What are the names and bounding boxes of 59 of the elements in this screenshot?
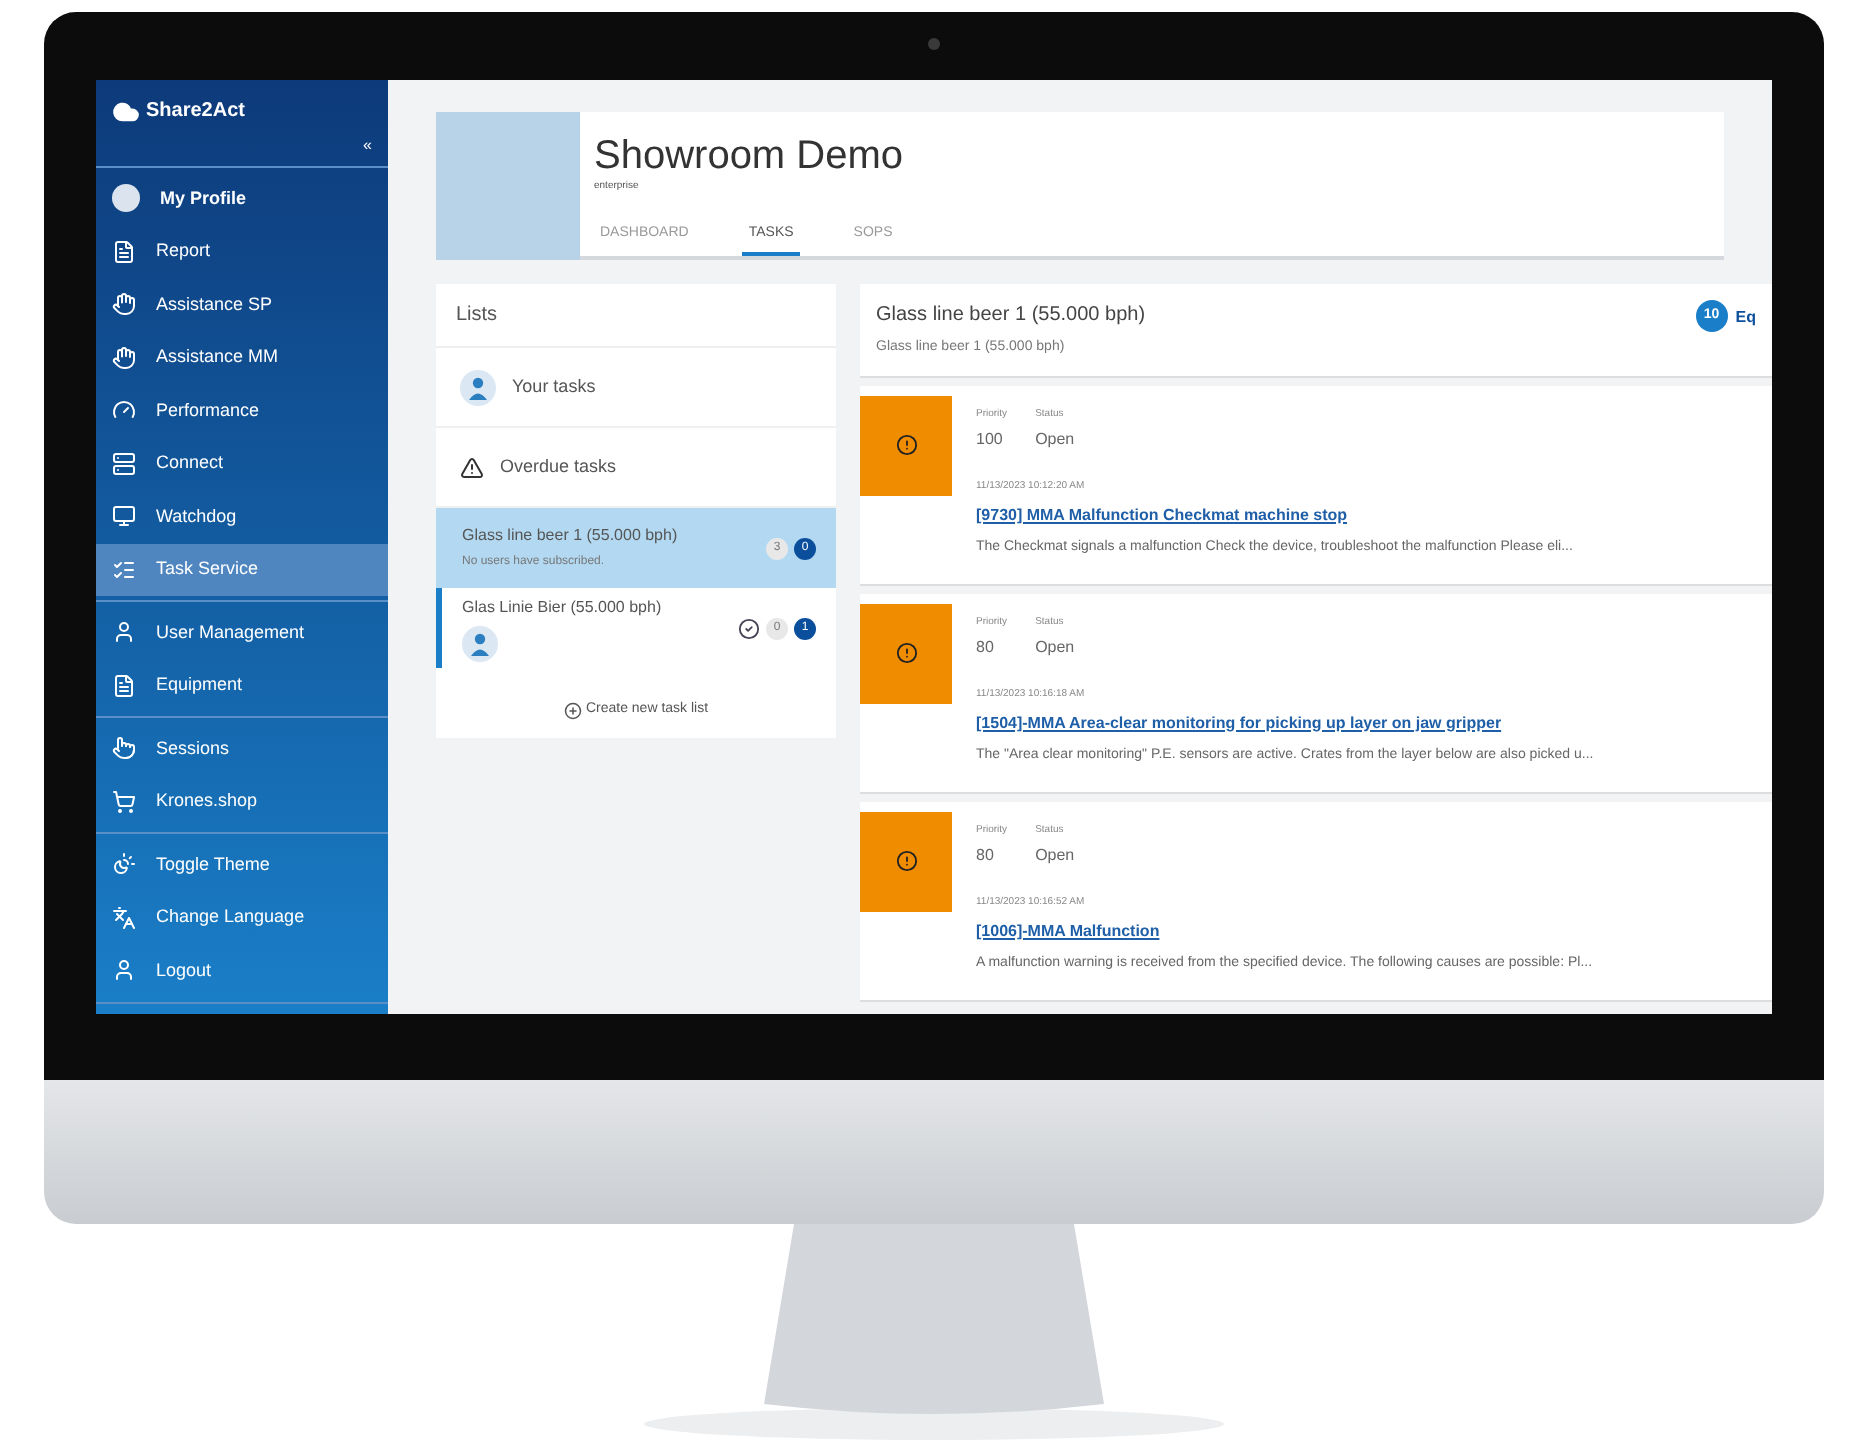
hand-icon — [112, 345, 136, 370]
list-icon — [112, 557, 136, 582]
sidebar-item[interactable]: Toggle Theme — [96, 838, 388, 891]
collapse-button[interactable]: « — [363, 138, 372, 154]
touch-icon — [112, 736, 136, 761]
sidebar-item[interactable]: Logout — [96, 944, 388, 997]
alert-icon — [895, 850, 917, 872]
sidebar-item[interactable]: Connect — [96, 437, 388, 490]
sidebar-item[interactable]: Assistance MM — [96, 331, 388, 384]
sidebar-item[interactable]: Sessions — [96, 722, 388, 775]
list-name: Glas Linie Bier (55.000 bph) — [462, 595, 664, 619]
brand-name: Share2Act — [146, 98, 245, 126]
sidebar-item[interactable]: Change Language — [96, 891, 388, 944]
status-value: Open — [1035, 428, 1075, 452]
theme-icon — [112, 852, 136, 877]
report-icon — [112, 239, 136, 264]
user-icon — [112, 620, 136, 645]
plus-icon — [563, 701, 582, 720]
task-title-link[interactable]: [9730] MMA Malfunction Checkmat machine stop — [976, 503, 1573, 527]
language-icon — [112, 905, 136, 930]
lists-title: Lists — [436, 284, 836, 348]
monitor-icon — [112, 504, 136, 529]
side-label: Eq — [1735, 306, 1756, 330]
sidebar-item[interactable]: Report — [96, 225, 388, 278]
check-icon — [738, 617, 760, 639]
status-value: Open — [1035, 636, 1075, 660]
sidebar-item[interactable]: Watchdog — [96, 490, 388, 543]
server-icon — [112, 451, 136, 476]
user-icon — [112, 958, 136, 983]
priority-value: 100 — [976, 428, 1005, 452]
list-link[interactable]: Your tasks — [436, 348, 836, 428]
report-icon — [112, 673, 136, 698]
hand-icon — [112, 292, 136, 317]
person-icon — [460, 369, 496, 405]
sidebar-item[interactable]: Task Service — [96, 543, 388, 596]
sidebar-item[interactable]: My Profile — [96, 172, 388, 225]
tasks-title: Glass line beer 1 (55.000 bph) — [876, 302, 1148, 330]
sidebar-item[interactable]: Performance — [96, 384, 388, 437]
sidebar-item[interactable]: Assistance SP — [96, 278, 388, 331]
sidebar-item[interactable]: User Management — [96, 606, 388, 659]
warning-icon — [460, 455, 484, 479]
cart-icon — [112, 789, 136, 814]
task-title-link[interactable]: [1504]-MMA Area-clear monitoring for picking up layer on jaw gripper — [976, 711, 1594, 735]
person-icon — [462, 625, 498, 661]
sidebar-item[interactable]: Krones.shop — [96, 775, 388, 828]
alert-icon — [895, 434, 917, 456]
cloud-icon — [112, 97, 140, 125]
status-value: Open — [1035, 844, 1075, 868]
priority-value: 80 — [976, 636, 996, 660]
page-title: Showroom Demo — [594, 132, 904, 180]
avatar-icon — [112, 184, 140, 213]
gauge-icon — [112, 398, 136, 423]
priority-value: 80 — [976, 844, 996, 868]
list-name: Glass line beer 1 (55.000 bph) — [462, 524, 680, 548]
task-card[interactable] — [860, 593, 1772, 793]
sidebar-item[interactable]: Equipment — [96, 659, 388, 712]
camera-icon — [928, 38, 940, 50]
alert-icon — [895, 642, 917, 664]
task-title-link[interactable]: [1006]-MMA Malfunction — [976, 919, 1593, 943]
